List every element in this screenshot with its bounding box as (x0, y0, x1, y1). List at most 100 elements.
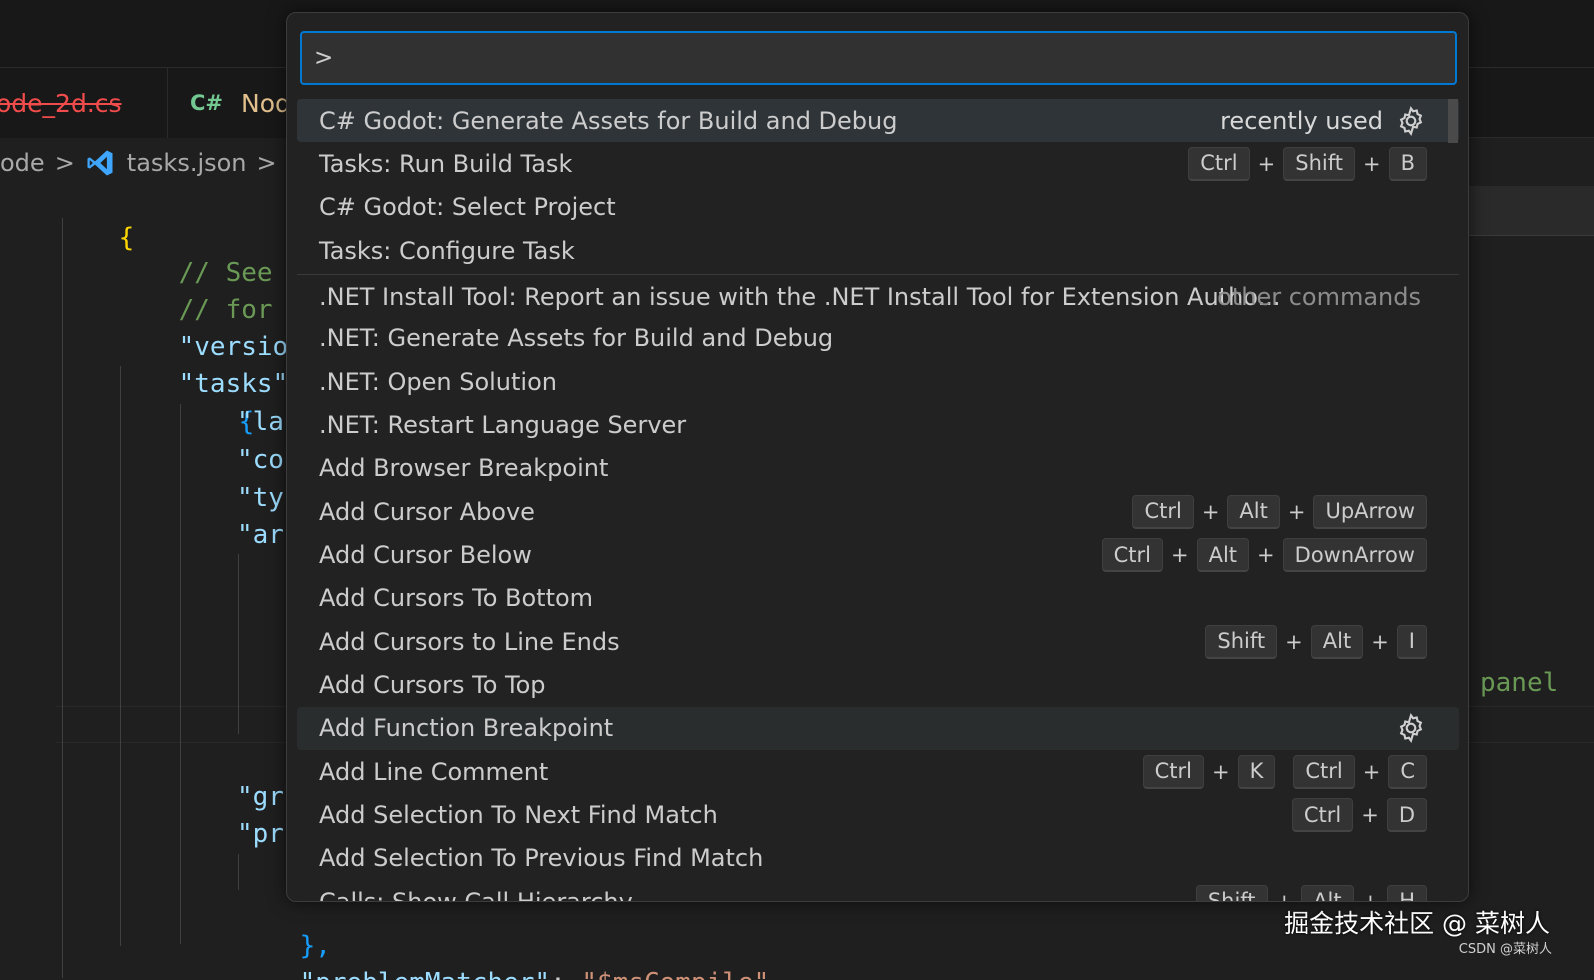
command-item-right: Shift + Alt + I (1205, 620, 1427, 663)
command-item[interactable]: Add Line Comment Ctrl + K Ctrl + C (297, 750, 1459, 793)
command-label: Tasks: Run Build Task (319, 149, 573, 178)
code-line: "la (237, 407, 284, 437)
code-line: "ar (237, 520, 284, 550)
scrollbar-thumb[interactable] (1448, 99, 1458, 143)
tab-label: ode_2d.cs (0, 88, 122, 118)
command-item-right: Ctrl + D (1291, 794, 1427, 837)
key-cap: Alt (1227, 494, 1280, 529)
group-tag: recently used (1220, 106, 1383, 135)
key-cap: Ctrl (1291, 798, 1354, 833)
command-label: Add Cursors To Bottom (319, 584, 594, 613)
watermark: 掘金技术社区 @ 菜树人 (1284, 909, 1550, 938)
command-input[interactable] (314, 45, 1455, 71)
key-cap: C (1388, 754, 1427, 789)
vscode-file-icon (87, 150, 113, 176)
key-cap: I (1396, 624, 1427, 659)
csharp-file-icon: C# (190, 91, 224, 115)
key-plus: + (1371, 629, 1389, 654)
command-item[interactable]: .NET Install Tool: Report an issue with … (297, 275, 1459, 318)
command-item-right: Ctrl + K Ctrl + C (1142, 750, 1427, 793)
command-item-right: recently used (1220, 99, 1427, 142)
command-label: Add Browser Breakpoint (319, 454, 609, 483)
key-cap: Shift (1195, 884, 1268, 901)
key-cap: DownArrow (1282, 538, 1427, 572)
tab-node-2d-cs[interactable]: ode_2d.cs (0, 68, 168, 138)
command-label: Add Cursor Below (319, 541, 532, 569)
keybinding: Ctrl + K Ctrl + C (1142, 754, 1427, 789)
command-label: Add Function Breakpoint (319, 714, 614, 743)
key-plus: + (1171, 543, 1189, 567)
code-line: "problemMatcher": "$msCompile" (237, 928, 770, 980)
command-item[interactable]: Tasks: Configure Task (297, 229, 1459, 272)
configure-keybinding-button[interactable] (1395, 105, 1427, 137)
key-cap: Ctrl (1132, 494, 1194, 529)
command-item[interactable]: Add Cursors To Top (297, 664, 1459, 707)
key-cap: Shift (1205, 624, 1278, 659)
key-cap: H (1387, 884, 1427, 901)
code-line: "pr (237, 819, 284, 849)
command-item-right: other commands (1217, 275, 1427, 318)
command-item[interactable]: Add Cursors To Bottom (297, 577, 1459, 620)
command-item[interactable]: .NET: Generate Assets for Build and Debu… (297, 317, 1459, 360)
command-item[interactable]: C# Godot: Generate Assets for Build and … (297, 99, 1459, 142)
breadcrumb-file[interactable]: tasks.json (127, 149, 247, 177)
key-plus: + (1362, 759, 1381, 784)
indent-guide (180, 404, 181, 944)
command-label: .NET: Open Solution (319, 367, 557, 396)
key-plus: + (1361, 803, 1379, 828)
command-item[interactable]: Add Function Breakpoint (297, 706, 1459, 750)
breadcrumb-separator: > (256, 149, 277, 177)
gear-icon[interactable] (1395, 712, 1427, 744)
key-plus: + (1211, 759, 1230, 784)
code-line: "ty (237, 483, 284, 513)
key-cap: Ctrl (1293, 754, 1355, 789)
command-item-right: Ctrl + Alt + DownArrow (1101, 534, 1427, 577)
command-label: .NET: Restart Language Server (319, 410, 687, 439)
command-label: Add Cursor Above (319, 497, 535, 526)
keybinding: Ctrl + Alt + UpArrow (1132, 494, 1427, 529)
command-item[interactable]: Tasks: Run Build Task Ctrl + Shift + B (297, 142, 1459, 185)
indent-guide (238, 554, 239, 734)
breadcrumb: ode > tasks.json > [ ] (0, 140, 313, 186)
key-cap: Shift (1283, 146, 1355, 181)
group-tag: other commands (1217, 282, 1421, 311)
key-plus: + (1287, 499, 1306, 524)
key-cap: Alt (1196, 538, 1250, 572)
command-input-box[interactable] (300, 31, 1457, 85)
code-line: { (238, 407, 255, 437)
configure-keybinding-button[interactable] (1395, 712, 1427, 744)
command-item[interactable]: Calls: Show Call Hierarchy Shift + Alt + H (297, 880, 1459, 902)
keybinding: Ctrl + D (1291, 798, 1427, 833)
code-fragment-panel: panel (1480, 668, 1559, 698)
key-cap: B (1388, 146, 1427, 181)
code-line: "gr (237, 782, 284, 812)
command-item[interactable]: Add Cursor Below Ctrl + Alt + DownArrow (297, 534, 1459, 577)
command-item[interactable]: .NET: Restart Language Server (297, 403, 1459, 446)
key-plus: + (1361, 889, 1380, 902)
command-item[interactable]: Add Selection To Next Find Match Ctrl + D (297, 794, 1459, 837)
code-line: { (118, 223, 135, 253)
command-label: C# Godot: Select Project (319, 193, 616, 222)
keybinding: Shift + Alt + I (1205, 624, 1427, 659)
key-cap: Ctrl (1101, 538, 1163, 572)
command-label: Calls: Show Call Hierarchy (319, 887, 633, 902)
breadcrumb-separator: > (54, 149, 75, 177)
command-item[interactable]: Add Cursors to Line Ends Shift + Alt + I (297, 620, 1459, 663)
command-item[interactable]: Add Browser Breakpoint (297, 447, 1459, 490)
command-item[interactable]: Add Selection To Previous Find Match (297, 837, 1459, 880)
key-cap: Ctrl (1142, 754, 1204, 789)
command-label: Add Line Comment (319, 757, 549, 786)
breadcrumb-folder[interactable]: ode (0, 149, 45, 177)
command-item-right (1395, 707, 1427, 750)
command-label: Add Selection To Previous Find Match (319, 844, 764, 873)
command-item[interactable]: Add Cursor Above Ctrl + Alt + UpArrow (297, 490, 1459, 533)
key-cap: Ctrl (1188, 146, 1250, 181)
gear-icon[interactable] (1395, 105, 1427, 137)
keybinding: Shift + Alt + H (1195, 884, 1427, 902)
indent-guide (62, 218, 63, 978)
command-list[interactable]: C# Godot: Generate Assets for Build and … (297, 99, 1459, 902)
key-cap: UpArrow (1313, 494, 1427, 529)
command-item[interactable]: C# Godot: Select Project (297, 186, 1459, 229)
command-item-right: Ctrl + Shift + B (1188, 142, 1427, 185)
command-item[interactable]: .NET: Open Solution (297, 360, 1459, 403)
